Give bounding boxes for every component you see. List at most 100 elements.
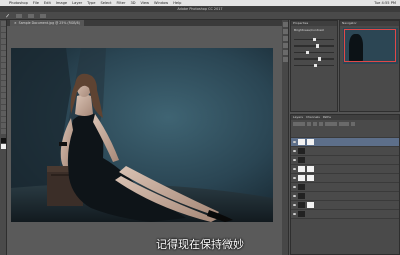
gradient-tool-icon[interactable] bbox=[1, 87, 6, 92]
quick-select-tool-icon[interactable] bbox=[1, 39, 6, 44]
menu-item-view[interactable]: View bbox=[141, 1, 150, 5]
layer-row[interactable] bbox=[291, 174, 399, 183]
zoom-tool-icon[interactable] bbox=[1, 129, 6, 134]
history-panel-icon[interactable] bbox=[283, 22, 288, 27]
tools-panel bbox=[0, 20, 7, 255]
eye-icon[interactable] bbox=[293, 213, 296, 215]
layer-mask-thumbnail bbox=[307, 166, 314, 172]
shape-tool-icon[interactable] bbox=[1, 117, 6, 122]
tab-navigator[interactable]: Navigator bbox=[342, 21, 357, 26]
adjustments-panel-icon[interactable] bbox=[283, 50, 288, 55]
navigator-thumbnail[interactable] bbox=[343, 28, 398, 64]
clone-stamp-tool-icon[interactable] bbox=[1, 69, 6, 74]
tab-layers[interactable]: Layers bbox=[293, 115, 303, 120]
swatches-panel-icon[interactable] bbox=[283, 36, 288, 41]
layer-row[interactable] bbox=[291, 210, 399, 219]
menu-item-edit[interactable]: Edit bbox=[44, 1, 51, 5]
brush-panel-icon[interactable] bbox=[283, 43, 288, 48]
menu-item-type[interactable]: Type bbox=[87, 1, 95, 5]
foreground-color-swatch[interactable] bbox=[1, 138, 6, 143]
color-panel-icon[interactable] bbox=[283, 29, 288, 34]
document-image[interactable] bbox=[11, 48, 273, 222]
panel-icon-strip bbox=[282, 20, 289, 255]
layer-thumbnail bbox=[298, 184, 305, 190]
menu-item-image[interactable]: Image bbox=[56, 1, 67, 5]
lock-icon[interactable] bbox=[351, 122, 355, 126]
history-brush-tool-icon[interactable] bbox=[1, 75, 6, 80]
menu-item-window[interactable]: Window bbox=[154, 1, 168, 5]
eyedropper-tool-icon[interactable] bbox=[1, 51, 6, 56]
canvas-area[interactable] bbox=[7, 26, 282, 255]
menu-item-3d[interactable]: 3D bbox=[130, 1, 135, 5]
menu-item-help[interactable]: Help bbox=[173, 1, 181, 5]
layer-list bbox=[291, 138, 399, 219]
menu-item-layer[interactable]: Layer bbox=[72, 1, 82, 5]
vibrance-slider[interactable] bbox=[294, 63, 334, 67]
brush-tool-icon[interactable] bbox=[1, 63, 6, 68]
portrait-photo bbox=[11, 48, 273, 222]
eye-icon[interactable] bbox=[293, 150, 296, 152]
saturation-slider[interactable] bbox=[294, 57, 334, 61]
path-select-tool-icon[interactable] bbox=[1, 111, 6, 116]
layer-thumbnail bbox=[298, 193, 305, 199]
eye-icon[interactable] bbox=[293, 141, 296, 143]
menu-item-select[interactable]: Select bbox=[100, 1, 111, 5]
filter-adjustment-icon[interactable] bbox=[313, 122, 317, 126]
levels-slider[interactable] bbox=[294, 50, 334, 55]
pen-tool-icon[interactable] bbox=[1, 99, 6, 104]
clock-text: Tue 4:55 PM bbox=[374, 1, 396, 5]
video-subtitle: 记得现在保持微妙 bbox=[156, 238, 244, 251]
options-field[interactable] bbox=[40, 13, 46, 18]
menu-item-photoshop[interactable]: Photoshop bbox=[9, 1, 28, 5]
marquee-tool-icon[interactable] bbox=[1, 27, 6, 32]
type-tool-icon[interactable] bbox=[1, 105, 6, 110]
layer-mask-thumbnail bbox=[307, 175, 314, 181]
tab-channels[interactable]: Channels bbox=[306, 115, 320, 120]
lasso-tool-icon[interactable] bbox=[1, 33, 6, 38]
navigator-view-box[interactable] bbox=[344, 29, 396, 62]
eye-icon[interactable] bbox=[293, 159, 296, 161]
navigator-panel: Navigator bbox=[339, 20, 400, 112]
eye-icon[interactable] bbox=[293, 177, 296, 179]
layer-mask-thumbnail bbox=[307, 139, 314, 145]
eye-icon[interactable] bbox=[293, 204, 296, 206]
eye-icon[interactable] bbox=[293, 168, 296, 170]
filter-type-icon[interactable] bbox=[319, 122, 323, 126]
move-tool-icon[interactable] bbox=[1, 21, 6, 26]
eraser-tool-icon[interactable] bbox=[1, 81, 6, 86]
tab-paths[interactable]: Paths bbox=[323, 115, 331, 120]
eye-icon[interactable] bbox=[293, 186, 296, 188]
background-color-swatch[interactable] bbox=[1, 144, 6, 149]
layer-row[interactable] bbox=[291, 147, 399, 156]
layer-row[interactable] bbox=[291, 201, 399, 210]
menu-status-area: Tue 4:55 PM bbox=[374, 1, 400, 5]
layer-row[interactable] bbox=[291, 183, 399, 192]
layer-thumbnail bbox=[298, 139, 305, 145]
right-panels: Properties Brightness/Contrast Navigator bbox=[282, 20, 400, 255]
blend-mode-dropdown[interactable] bbox=[325, 122, 337, 126]
layer-row[interactable] bbox=[291, 192, 399, 201]
menu-item-filter[interactable]: Filter bbox=[117, 1, 126, 5]
brush-icon[interactable] bbox=[5, 13, 10, 19]
options-field[interactable] bbox=[28, 13, 34, 18]
hand-tool-icon[interactable] bbox=[1, 123, 6, 128]
tab-properties[interactable]: Properties bbox=[293, 21, 308, 26]
options-field[interactable] bbox=[16, 13, 22, 18]
opacity-field[interactable] bbox=[339, 122, 349, 126]
crop-tool-icon[interactable] bbox=[1, 45, 6, 50]
layer-row[interactable] bbox=[291, 165, 399, 174]
dodge-tool-icon[interactable] bbox=[1, 93, 6, 98]
healing-tool-icon[interactable] bbox=[1, 57, 6, 62]
layer-row[interactable] bbox=[291, 156, 399, 165]
brightness-slider[interactable] bbox=[294, 38, 334, 42]
eye-icon[interactable] bbox=[293, 195, 296, 197]
layer-filter-dropdown[interactable] bbox=[293, 122, 305, 126]
filter-pixel-icon[interactable] bbox=[307, 122, 311, 126]
navigator-panel-header: Navigator bbox=[340, 21, 399, 26]
menu-item-file[interactable]: File bbox=[33, 1, 39, 5]
layer-mask-thumbnail bbox=[307, 202, 314, 208]
contrast-slider[interactable] bbox=[294, 44, 334, 48]
styles-panel-icon[interactable] bbox=[283, 57, 288, 62]
layer-row[interactable] bbox=[291, 138, 399, 147]
layer-thumbnail bbox=[298, 175, 305, 181]
